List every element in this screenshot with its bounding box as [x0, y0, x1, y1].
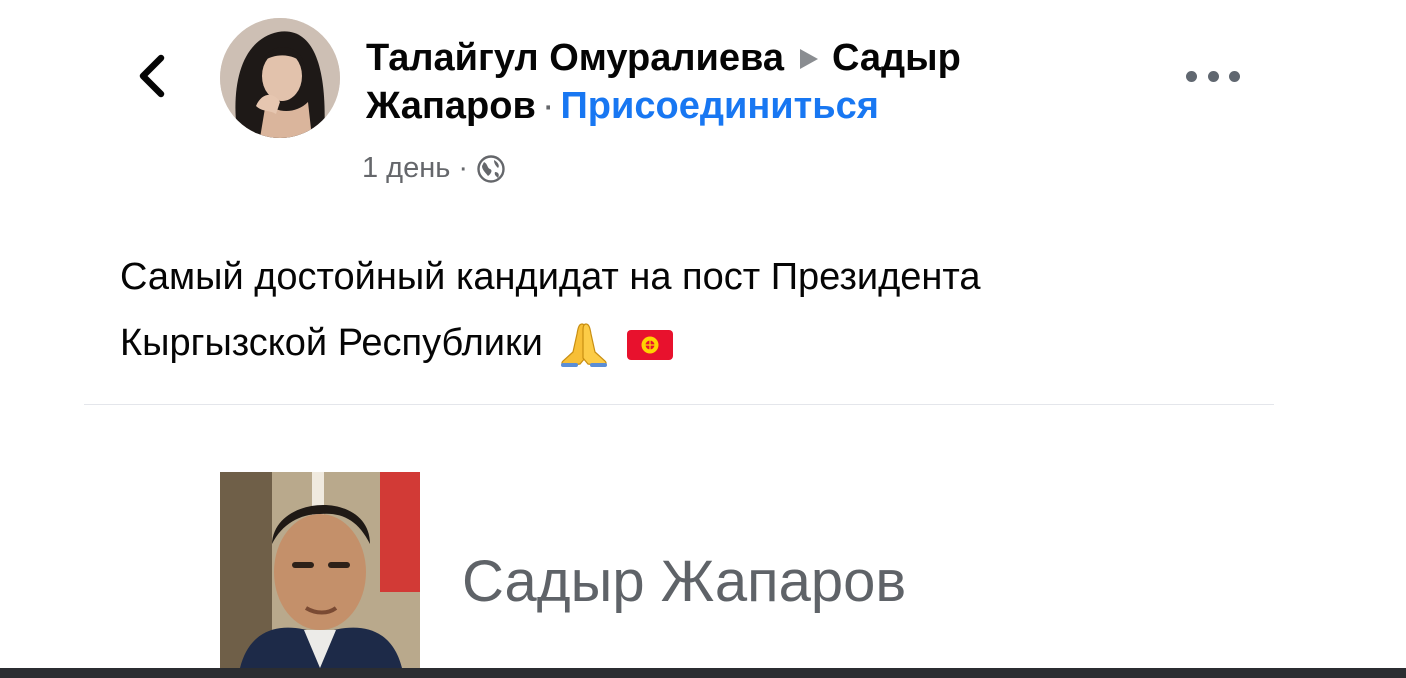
header-separator: ·: [541, 85, 555, 127]
kyrgyzstan-flag-emoji: [626, 329, 673, 360]
bottom-bar: [0, 668, 1406, 678]
join-link[interactable]: Присоединиться: [560, 85, 878, 127]
target-name-line2: Жапаров: [366, 85, 536, 127]
post-timestamp[interactable]: 1 день: [362, 152, 450, 185]
link-preview-photo: [220, 472, 420, 668]
more-dot-3: [1229, 70, 1240, 82]
back-button[interactable]: [128, 48, 176, 104]
post-text-line1: Самый достойный кандидат на пост Президе…: [120, 256, 981, 298]
link-preview-title: Садыр Жапаров: [462, 549, 907, 614]
globe-icon[interactable]: [476, 154, 506, 184]
post-divider: [84, 404, 1274, 405]
post-meta: 1 день ·: [362, 152, 506, 185]
more-options-button[interactable]: [1186, 64, 1240, 88]
post-text: Самый достойный кандидат на пост Президе…: [120, 244, 1220, 376]
post-text-line2: Кыргызской Республики: [120, 322, 543, 364]
chevron-left-icon: [139, 54, 165, 98]
meta-separator: ·: [458, 152, 469, 184]
link-preview-card[interactable]: Садыр Жапаров: [220, 472, 1120, 668]
avatar-image: [220, 18, 340, 138]
post-header: Талайгул Омуралиева Садыр Жапаров · Присоеди…: [366, 34, 1106, 130]
more-dot-2: [1207, 70, 1219, 82]
more-dot-1: [1186, 70, 1197, 82]
author-avatar[interactable]: [220, 18, 340, 138]
author-name-link[interactable]: Талайгул Омуралиева: [366, 37, 784, 79]
folded-hands-emoji: [561, 323, 608, 367]
target-name-line1: Садыр: [831, 37, 961, 79]
right-triangle-icon: [799, 48, 818, 69]
